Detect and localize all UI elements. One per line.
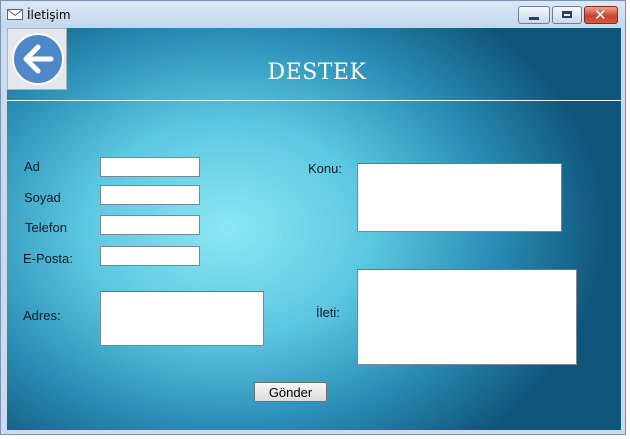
adres-field[interactable] — [100, 291, 264, 346]
header-divider — [7, 100, 621, 101]
envelope-icon — [7, 9, 23, 20]
send-button[interactable]: Gönder — [254, 382, 327, 402]
minimize-button[interactable] — [518, 6, 550, 24]
minimize-icon — [529, 17, 539, 20]
page-title: DESTEK — [267, 60, 367, 85]
arrow-left-icon — [23, 44, 54, 74]
eposta-field[interactable] — [100, 246, 200, 266]
konu-label: Konu: — [308, 161, 342, 176]
app-window: İletişim ✕ DESTEK Ad Soyad Telefon E-Pos… — [0, 0, 626, 435]
ad-label: Ad — [24, 159, 40, 174]
close-icon: ✕ — [594, 6, 607, 24]
maximize-icon — [562, 11, 572, 18]
window-title: İletişim — [27, 8, 71, 22]
ileti-label: İleti: — [316, 305, 340, 320]
maximize-button[interactable] — [552, 6, 582, 24]
close-button[interactable]: ✕ — [584, 6, 618, 24]
ileti-field[interactable] — [357, 269, 577, 365]
client-area: DESTEK Ad Soyad Telefon E-Posta: Adres: … — [7, 28, 621, 430]
title-bar[interactable]: İletişim ✕ — [1, 1, 625, 28]
adres-label: Adres: — [23, 308, 61, 323]
eposta-label: E-Posta: — [23, 251, 73, 266]
ad-field[interactable] — [100, 157, 200, 177]
telefon-label: Telefon — [25, 220, 67, 235]
soyad-field[interactable] — [100, 185, 200, 205]
telefon-field[interactable] — [100, 215, 200, 235]
konu-field[interactable] — [357, 163, 562, 232]
soyad-label: Soyad — [24, 190, 61, 205]
back-button[interactable] — [7, 28, 67, 90]
